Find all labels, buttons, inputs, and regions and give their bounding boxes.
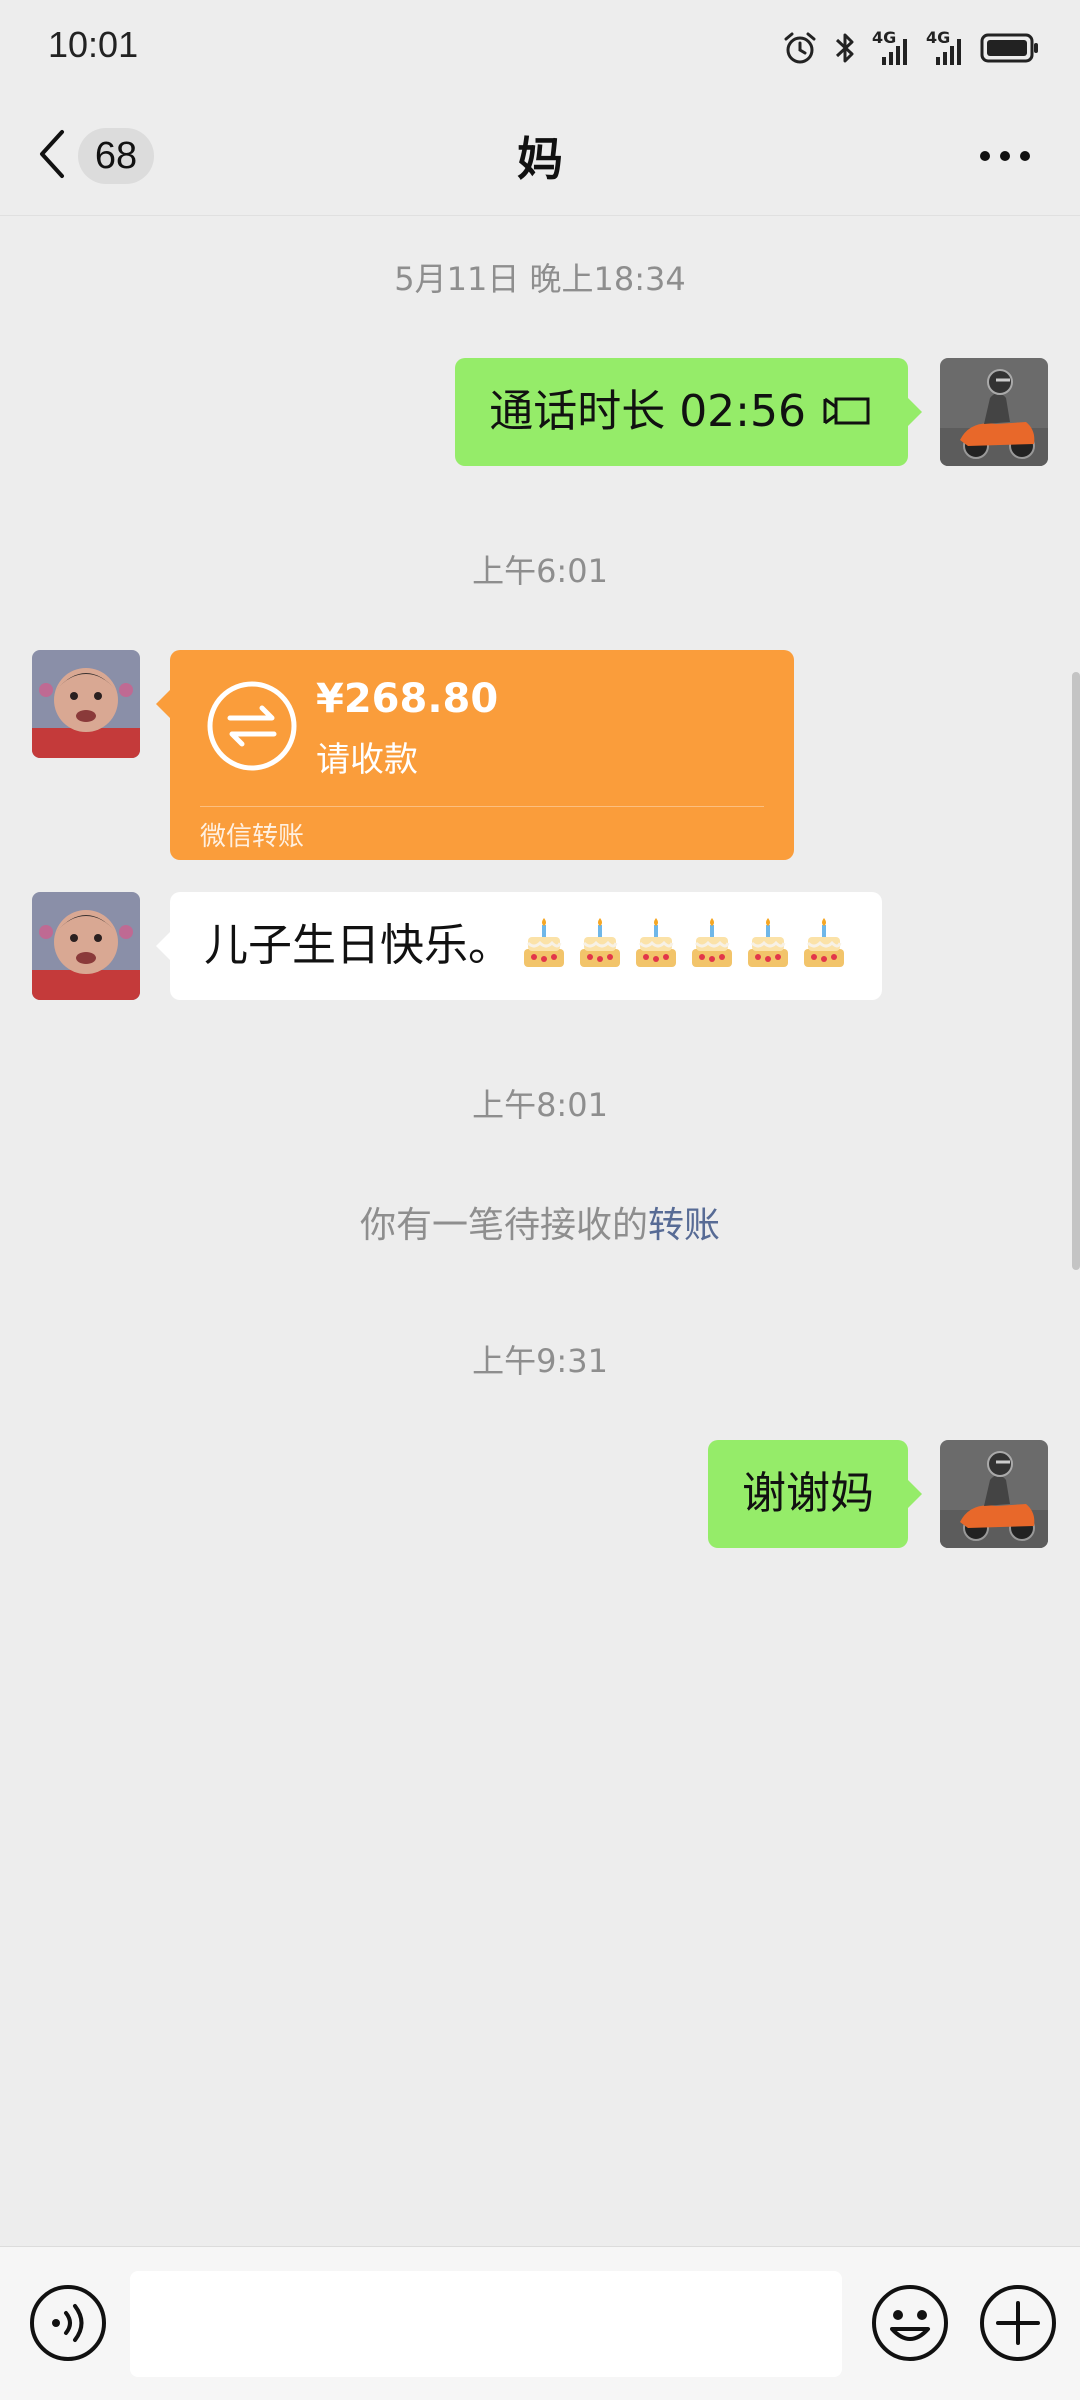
svg-text:4G: 4G <box>926 29 950 47</box>
chat-title: 妈 <box>517 132 563 186</box>
status-bar: 10:01 4G 4G <box>0 0 1080 96</box>
transfer-note: 请收款 <box>316 740 418 780</box>
scrollbar[interactable] <box>1072 672 1080 1270</box>
message-timestamp: 上午8:01 <box>472 1086 608 1124</box>
transfer-arrows-icon <box>206 680 298 776</box>
greeting-message-bubble[interactable]: 儿子生日快乐。 <box>156 892 882 1000</box>
birthday-cake-icon <box>688 917 736 975</box>
contact-avatar[interactable] <box>32 892 140 1000</box>
signal-4g-icon: 4G <box>872 29 912 67</box>
reply-text: 谢谢妈 <box>742 1468 874 1519</box>
pending-transfer-notice: 你有一笔待接收的转账 <box>0 1196 1080 1248</box>
status-icons: 4G 4G <box>782 26 1040 70</box>
chevron-left-icon <box>36 128 66 184</box>
reply-message-bubble[interactable]: 谢谢妈 <box>708 1440 922 1548</box>
message-timestamp: 上午6:01 <box>472 552 608 590</box>
voice-input-icon[interactable] <box>28 2283 108 2367</box>
unread-count-badge: 68 <box>78 128 154 184</box>
my-avatar[interactable] <box>940 1440 1048 1548</box>
signal-4g-icon: 4G <box>926 29 966 67</box>
video-call-icon <box>822 393 872 431</box>
message-timestamp: 5月11日 晚上18:34 <box>394 260 686 298</box>
bluetooth-icon <box>832 30 858 66</box>
notice-text: 你有一笔待接收的 <box>359 1205 648 1246</box>
birthday-cake-icon <box>800 917 848 975</box>
svg-text:4G: 4G <box>872 29 896 47</box>
transfer-link[interactable]: 转账 <box>648 1205 720 1246</box>
contact-avatar[interactable] <box>32 650 140 758</box>
more-dots-icon <box>979 147 1031 166</box>
call-duration-text: 通话时长 02:56 <box>489 386 806 437</box>
call-record-bubble[interactable]: 通话时长 02:56 <box>455 358 922 466</box>
emoji-icon[interactable] <box>870 2283 950 2367</box>
chat-header: 妈 68 <box>0 96 1080 216</box>
input-bar <box>0 2246 1080 2400</box>
birthday-cake-icon <box>576 917 624 975</box>
birthday-cake-icon <box>632 917 680 975</box>
birthday-cake-emojis <box>520 917 848 975</box>
alarm-icon <box>782 30 818 66</box>
message-timestamp: 上午9:31 <box>472 1342 608 1380</box>
birthday-cake-icon <box>744 917 792 975</box>
message-input[interactable] <box>130 2271 842 2377</box>
greeting-text: 儿子生日快乐。 <box>204 920 512 971</box>
back-button[interactable]: 68 <box>36 120 154 192</box>
transfer-card[interactable]: ¥268.80 请收款 微信转账 <box>156 650 794 860</box>
battery-icon <box>980 32 1040 64</box>
transfer-amount: ¥268.80 <box>316 676 499 722</box>
plus-icon[interactable] <box>978 2283 1058 2367</box>
more-button[interactable] <box>970 128 1040 184</box>
status-time: 10:01 <box>48 24 139 65</box>
my-avatar[interactable] <box>940 358 1048 466</box>
birthday-cake-icon <box>520 917 568 975</box>
transfer-footer-label: 微信转账 <box>200 822 305 852</box>
divider <box>200 806 764 807</box>
message-list[interactable]: 5月11日 晚上18:34 通话时长 02:56 上午6:01 ¥268.80 … <box>0 216 1080 2246</box>
